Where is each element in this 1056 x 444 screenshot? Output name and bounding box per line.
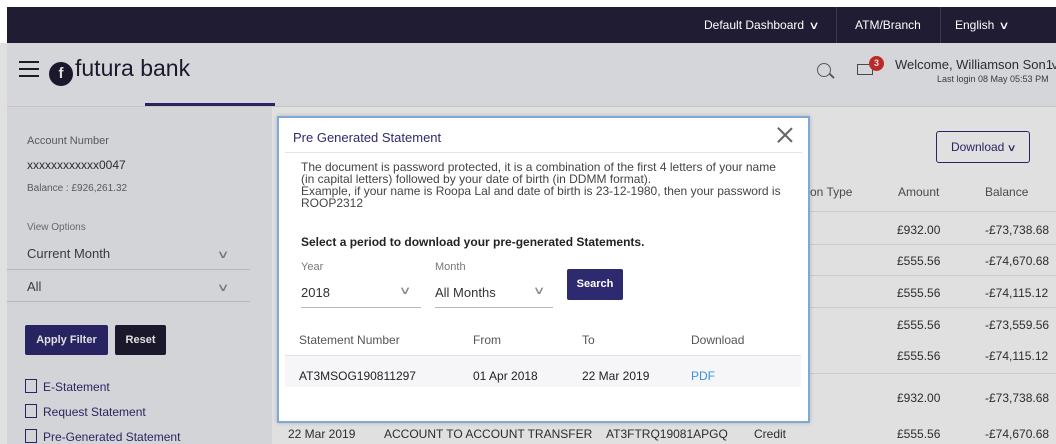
year-label: Year bbox=[301, 261, 324, 273]
divider bbox=[940, 7, 941, 43]
chevron-down-icon[interactable]: ∨ bbox=[399, 284, 412, 297]
language-label: English bbox=[955, 18, 995, 32]
divider bbox=[285, 152, 802, 153]
statement-to: 22 Mar 2019 bbox=[582, 369, 650, 383]
column-header-from: From bbox=[473, 333, 501, 347]
pre-generated-statement-modal: Pre Generated Statement The document is … bbox=[277, 116, 810, 423]
password-info: The document is password protected, it i… bbox=[301, 161, 791, 209]
password-description: The document is password protected, it i… bbox=[301, 160, 776, 186]
close-icon[interactable] bbox=[776, 126, 794, 144]
month-underline bbox=[435, 307, 553, 308]
column-header-download: Download bbox=[691, 333, 745, 347]
top-margin bbox=[0, 0, 1056, 7]
atm-branch-link[interactable]: ATM/Branch bbox=[855, 18, 921, 32]
chevron-down-icon: ∨ bbox=[808, 20, 820, 32]
period-instruction: Select a period to download your pre-gen… bbox=[301, 235, 645, 249]
statement-from: 01 Apr 2018 bbox=[473, 369, 538, 383]
month-label: Month bbox=[435, 261, 466, 273]
chevron-down-icon[interactable]: ∨ bbox=[533, 284, 546, 297]
dashboard-label: Default Dashboard bbox=[704, 18, 805, 32]
language-selector[interactable]: English ∨ bbox=[955, 18, 1011, 32]
dashboard-selector[interactable]: Default Dashboard ∨ bbox=[704, 18, 820, 32]
search-button[interactable]: Search bbox=[567, 269, 623, 300]
modal-title: Pre Generated Statement bbox=[293, 130, 442, 145]
password-example: Example, if your name is Roopa Lal and d… bbox=[301, 184, 781, 210]
divider bbox=[836, 7, 837, 43]
pdf-download-link[interactable]: PDF bbox=[691, 369, 715, 383]
year-underline bbox=[301, 307, 421, 308]
year-select[interactable]: 2018 bbox=[301, 285, 330, 300]
statement-number: AT3MSOG190811297 bbox=[299, 369, 416, 383]
month-select[interactable]: All Months bbox=[435, 285, 496, 300]
column-header-statement-number: Statement Number bbox=[299, 333, 400, 347]
chevron-down-icon: ∨ bbox=[998, 20, 1011, 32]
column-header-to: To bbox=[582, 333, 595, 347]
top-bar: English ∨ ATM/Branch Default Dashboard ∨ bbox=[7, 7, 1056, 43]
